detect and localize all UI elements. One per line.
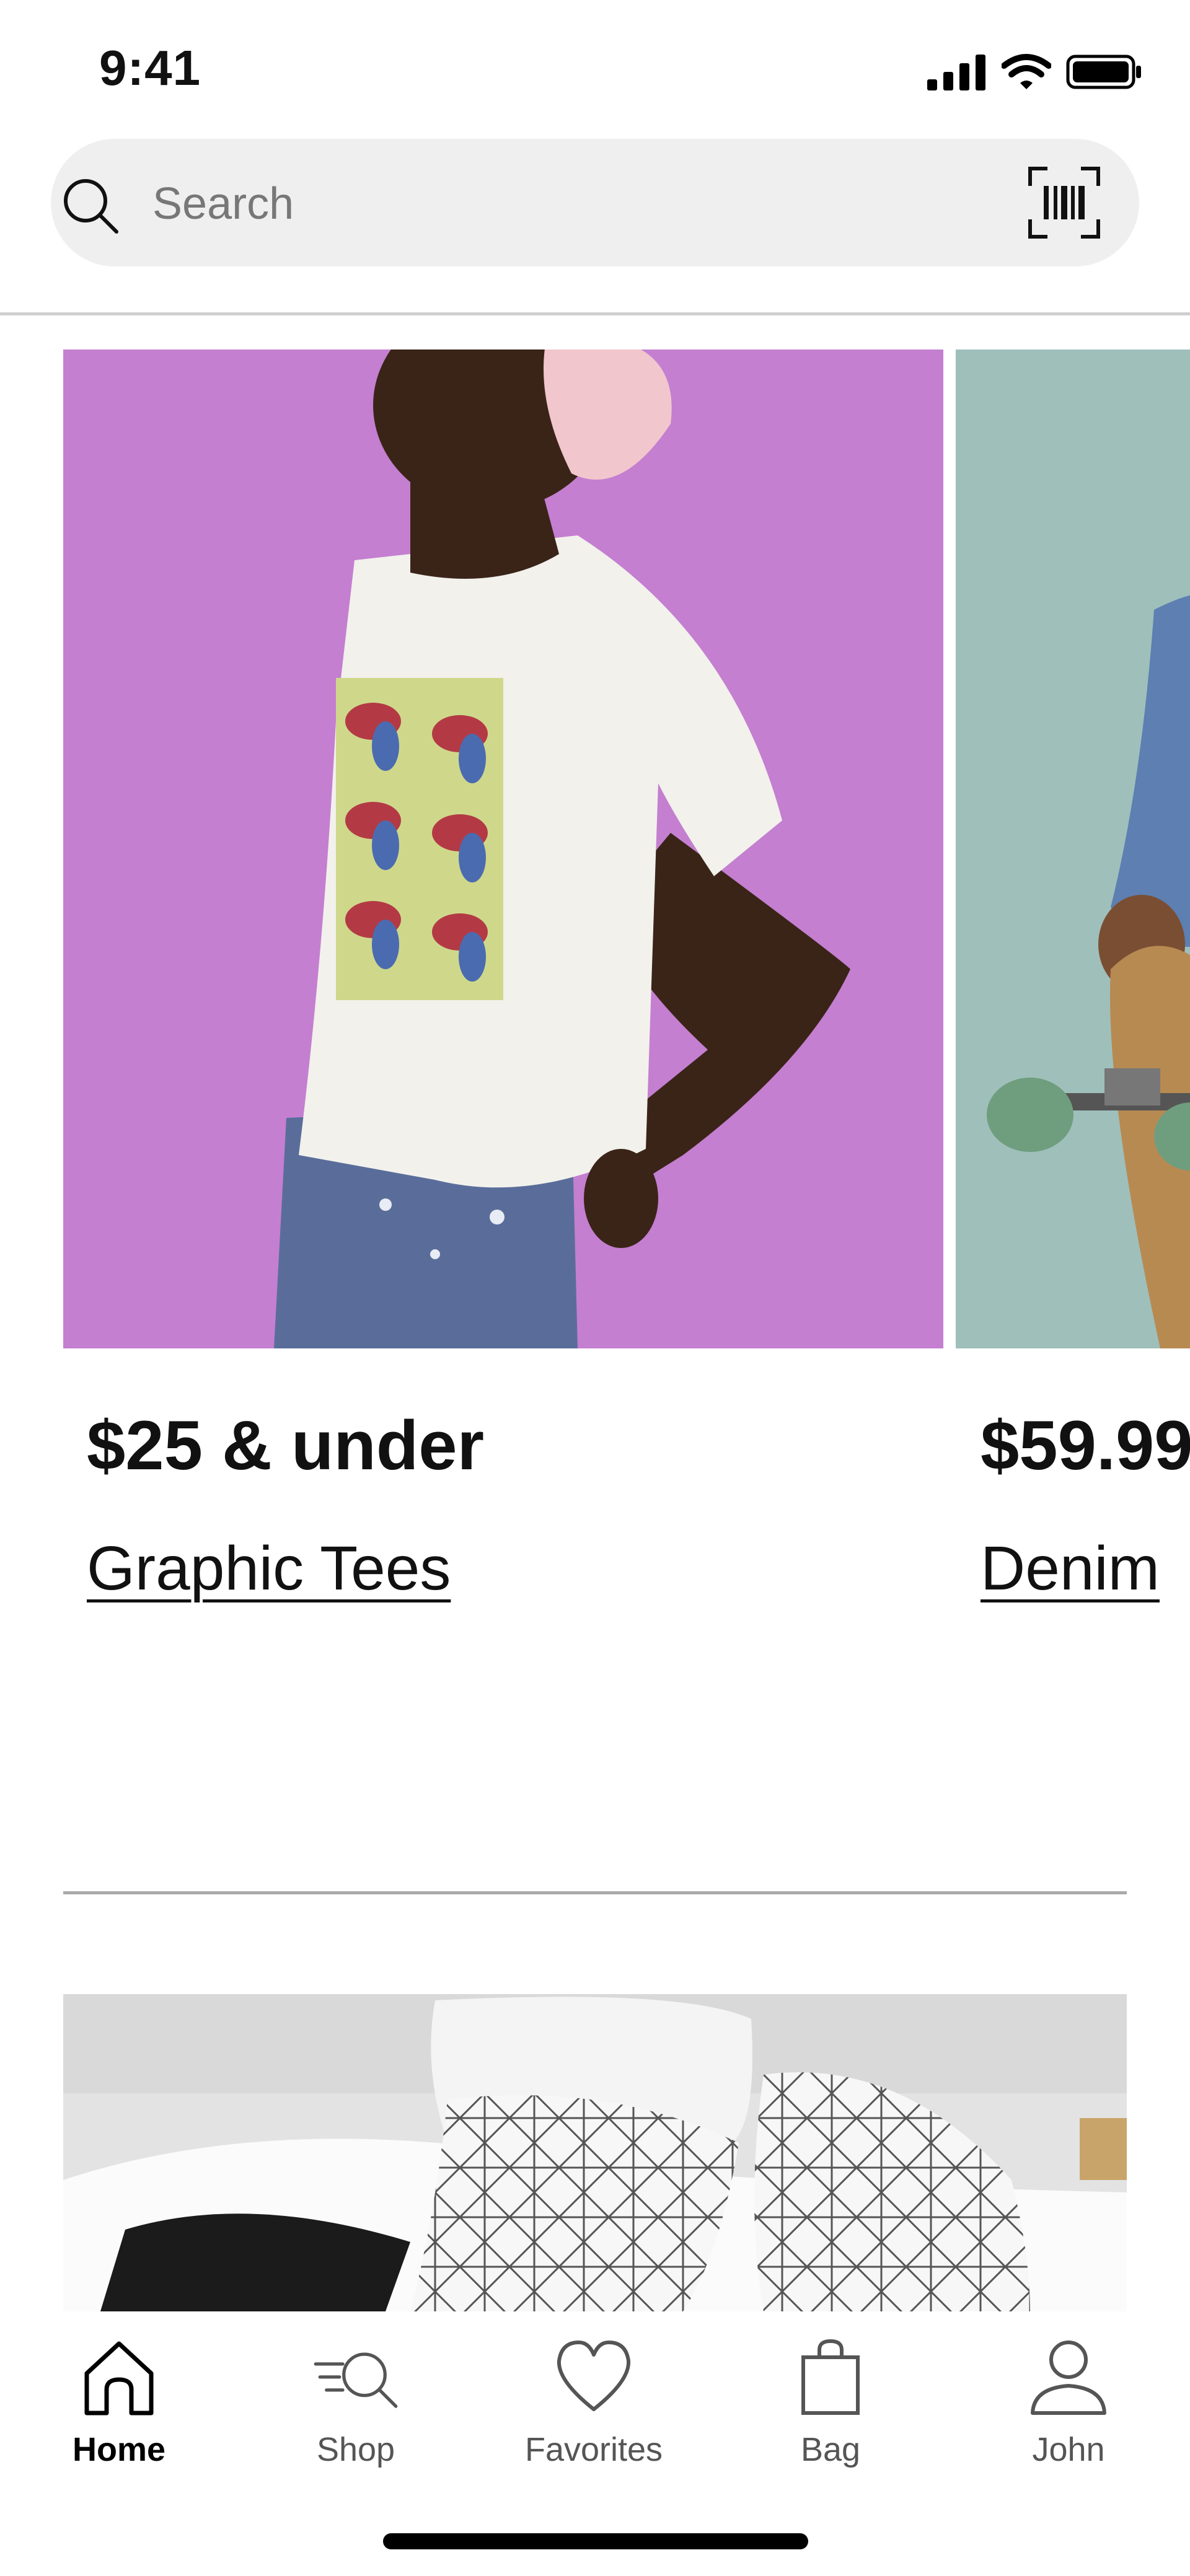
tab-shop-label: Shop	[316, 2431, 395, 2468]
section-divider	[63, 1891, 1127, 1894]
denim-link[interactable]: Denim	[981, 1533, 1160, 1604]
bag-icon	[801, 2339, 860, 2415]
denim-skateboard-illustration	[956, 349, 1190, 1348]
status-time: 9:41	[99, 40, 201, 95]
tab-home-label: Home	[72, 2431, 166, 2468]
home-icon	[84, 2341, 154, 2416]
search-input[interactable]: Search	[152, 178, 294, 229]
card-price-label: $25 & under	[87, 1407, 485, 1484]
graphic-tees-link[interactable]: Graphic Tees	[87, 1533, 451, 1604]
tab-home[interactable]: Home	[26, 2336, 212, 2469]
graphic-tees-image[interactable]	[63, 349, 943, 1348]
tab-account[interactable]: John	[976, 2336, 1161, 2469]
tab-shop[interactable]: Shop	[263, 2336, 449, 2469]
bedding-illustration	[63, 1994, 1127, 2311]
battery-icon	[1066, 55, 1141, 89]
barcode-scanner-icon[interactable]	[1026, 165, 1102, 240]
bedding-banner-image[interactable]	[63, 1994, 1127, 2311]
heart-icon	[557, 2341, 631, 2411]
tab-bag-label: Bag	[800, 2431, 861, 2468]
shop-search-icon	[314, 2352, 398, 2408]
person-icon	[1031, 2341, 1106, 2415]
tab-bag[interactable]: Bag	[738, 2336, 923, 2469]
denim-image[interactable]	[956, 349, 1190, 1348]
search-icon	[64, 179, 118, 234]
home-indicator	[383, 2533, 808, 2549]
status-icons	[927, 53, 1143, 90]
tab-account-label: John	[1032, 2431, 1105, 2468]
header-divider	[0, 312, 1190, 315]
wifi-icon	[1002, 54, 1051, 89]
graphic-tee-model-illustration	[63, 349, 943, 1348]
tab-favorites-label: Favorites	[524, 2431, 663, 2468]
cellular-signal-icon	[927, 55, 985, 90]
card-price-label: $59.99	[981, 1407, 1190, 1484]
tab-favorites[interactable]: Favorites	[501, 2336, 687, 2469]
